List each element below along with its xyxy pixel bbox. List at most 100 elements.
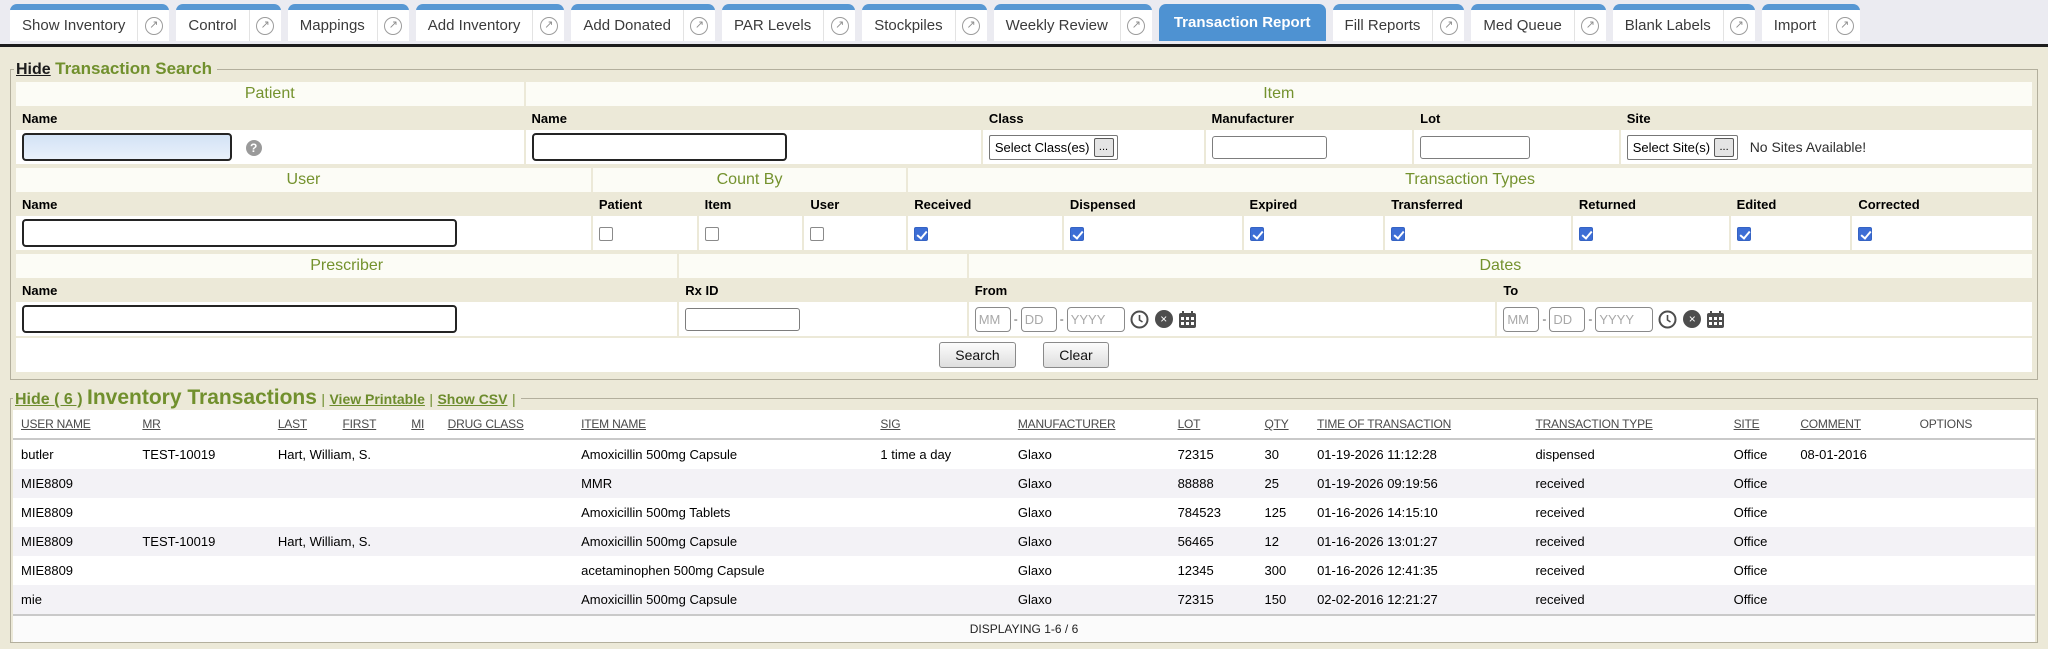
cell-comment <box>1796 556 1915 585</box>
tab-add-donated[interactable]: Add Donated↗ <box>571 4 715 41</box>
column-header-user_name[interactable]: USER NAME <box>13 410 138 439</box>
checkbox-edited[interactable] <box>1737 227 1751 241</box>
checkbox-countby-patient[interactable] <box>599 227 613 241</box>
class-select[interactable]: Select Class(es) ... <box>989 135 1118 160</box>
cell-mi <box>407 527 443 556</box>
hide-search-link[interactable]: Hide <box>16 61 51 78</box>
tab-open-new-section[interactable]: ↗ <box>137 10 169 41</box>
tab-show-inventory[interactable]: Show Inventory↗ <box>10 4 169 41</box>
tab-import[interactable]: Import↗ <box>1762 4 1861 41</box>
prescriber-name-input[interactable] <box>22 305 457 333</box>
open-in-new-icon[interactable]: ↗ <box>256 17 274 35</box>
tab-add-inventory[interactable]: Add Inventory↗ <box>416 4 565 41</box>
tab-med-queue[interactable]: Med Queue↗ <box>1471 4 1605 41</box>
tab-open-new-section[interactable]: ↗ <box>377 10 409 41</box>
checkbox-dispensed[interactable] <box>1070 227 1084 241</box>
from-day-input[interactable] <box>1021 307 1057 332</box>
tab-open-new-section[interactable]: ↗ <box>823 10 855 41</box>
open-in-new-icon[interactable]: ↗ <box>1440 17 1458 35</box>
column-header-lot[interactable]: LOT <box>1174 410 1261 439</box>
column-header-sig[interactable]: SIG <box>876 410 1013 439</box>
column-header-drug_class[interactable]: DRUG CLASS <box>444 410 577 439</box>
open-in-new-icon[interactable]: ↗ <box>831 17 849 35</box>
open-in-new-icon[interactable]: ↗ <box>1581 17 1599 35</box>
to-day-input[interactable] <box>1549 307 1585 332</box>
tab-open-new-section[interactable]: ↗ <box>249 10 281 41</box>
help-icon[interactable]: ? <box>246 140 262 156</box>
open-in-new-icon[interactable]: ↗ <box>145 17 163 35</box>
manufacturer-input[interactable] <box>1212 136 1327 159</box>
column-header-qty[interactable]: QTY <box>1261 410 1314 439</box>
from-calendar-icon[interactable] <box>1178 310 1197 329</box>
checkbox-received[interactable] <box>914 227 928 241</box>
open-in-new-icon[interactable]: ↗ <box>690 17 708 35</box>
site-more-button[interactable]: ... <box>1714 138 1734 157</box>
cell-comment: 08-01-2016 <box>1796 439 1915 469</box>
tab-control[interactable]: Control↗ <box>176 4 280 41</box>
search-button[interactable]: Search <box>939 342 1015 368</box>
clear-button[interactable]: Clear <box>1043 342 1108 368</box>
open-in-new-icon[interactable]: ↗ <box>540 17 558 35</box>
checkbox-countby-user[interactable] <box>810 227 824 241</box>
checkbox-corrected[interactable] <box>1858 227 1872 241</box>
user-name-input[interactable] <box>22 219 457 247</box>
to-clear-icon[interactable]: × <box>1683 310 1701 328</box>
tab-open-new-section[interactable]: ↗ <box>1574 10 1606 41</box>
tab-mappings[interactable]: Mappings↗ <box>288 4 409 41</box>
tab-open-new-section[interactable]: ↗ <box>955 10 987 41</box>
from-clear-icon[interactable]: × <box>1155 310 1173 328</box>
rxid-input[interactable] <box>685 308 800 331</box>
tab-open-new-section[interactable]: ↗ <box>532 10 564 41</box>
tab-open-new-section[interactable]: ↗ <box>1432 10 1464 41</box>
cell-sig <box>876 527 1013 556</box>
column-header-manufacturer[interactable]: MANUFACTURER <box>1014 410 1174 439</box>
open-in-new-icon[interactable]: ↗ <box>1836 17 1854 35</box>
checkbox-transferred[interactable] <box>1391 227 1405 241</box>
site-select[interactable]: Select Site(s) ... <box>1627 135 1738 160</box>
class-more-button[interactable]: ... <box>1094 138 1114 157</box>
from-year-input[interactable] <box>1067 307 1125 332</box>
from-month-input[interactable] <box>975 307 1011 332</box>
hide-results-link[interactable]: Hide ( 6 ) <box>15 391 83 408</box>
column-header-mi[interactable]: MI <box>407 410 443 439</box>
lot-input[interactable] <box>1420 136 1530 159</box>
to-year-input[interactable] <box>1595 307 1653 332</box>
column-header-comment[interactable]: COMMENT <box>1796 410 1915 439</box>
cell-mr <box>138 469 273 498</box>
checkbox-returned[interactable] <box>1579 227 1593 241</box>
show-csv-link[interactable]: Show CSV <box>437 391 507 407</box>
column-header-site[interactable]: SITE <box>1730 410 1797 439</box>
tab-par-levels[interactable]: PAR Levels↗ <box>722 4 855 41</box>
tab-open-new-section[interactable]: ↗ <box>1828 10 1860 41</box>
prescriber-dates-block: Prescriber Dates Name Rx ID From To - - <box>14 252 2034 374</box>
item-name-input[interactable] <box>532 133 787 161</box>
cell-site: Office <box>1730 498 1797 527</box>
column-header-item_name[interactable]: ITEM NAME <box>577 410 876 439</box>
to-clock-icon[interactable] <box>1658 310 1677 329</box>
to-month-input[interactable] <box>1503 307 1539 332</box>
tab-fill-reports[interactable]: Fill Reports↗ <box>1333 4 1465 41</box>
to-calendar-icon[interactable] <box>1706 310 1725 329</box>
checkbox-countby-item[interactable] <box>705 227 719 241</box>
column-header-last[interactable]: LAST <box>274 410 339 439</box>
tab-blank-labels[interactable]: Blank Labels↗ <box>1613 4 1755 41</box>
tab-weekly-review[interactable]: Weekly Review↗ <box>994 4 1152 41</box>
patient-name-input[interactable] <box>22 133 232 161</box>
open-in-new-icon[interactable]: ↗ <box>962 17 980 35</box>
from-clock-icon[interactable] <box>1130 310 1149 329</box>
open-in-new-icon[interactable]: ↗ <box>1127 17 1145 35</box>
tab-transaction-report[interactable]: Transaction Report <box>1159 4 1326 41</box>
column-header-mr[interactable]: MR <box>138 410 273 439</box>
tab-stockpiles[interactable]: Stockpiles↗ <box>862 4 986 41</box>
open-in-new-icon[interactable]: ↗ <box>1730 17 1748 35</box>
column-header-first[interactable]: FIRST <box>339 410 408 439</box>
column-header-transaction_type[interactable]: TRANSACTION TYPE <box>1531 410 1729 439</box>
tab-open-new-section[interactable]: ↗ <box>1120 10 1152 41</box>
checkbox-expired[interactable] <box>1250 227 1264 241</box>
tab-open-new-section[interactable]: ↗ <box>1723 10 1755 41</box>
open-in-new-icon[interactable]: ↗ <box>384 17 402 35</box>
column-header-time_of_transaction[interactable]: TIME OF TRANSACTION <box>1313 410 1531 439</box>
cell-sig <box>876 585 1013 615</box>
view-printable-link[interactable]: View Printable <box>329 391 424 407</box>
tab-open-new-section[interactable]: ↗ <box>683 10 715 41</box>
